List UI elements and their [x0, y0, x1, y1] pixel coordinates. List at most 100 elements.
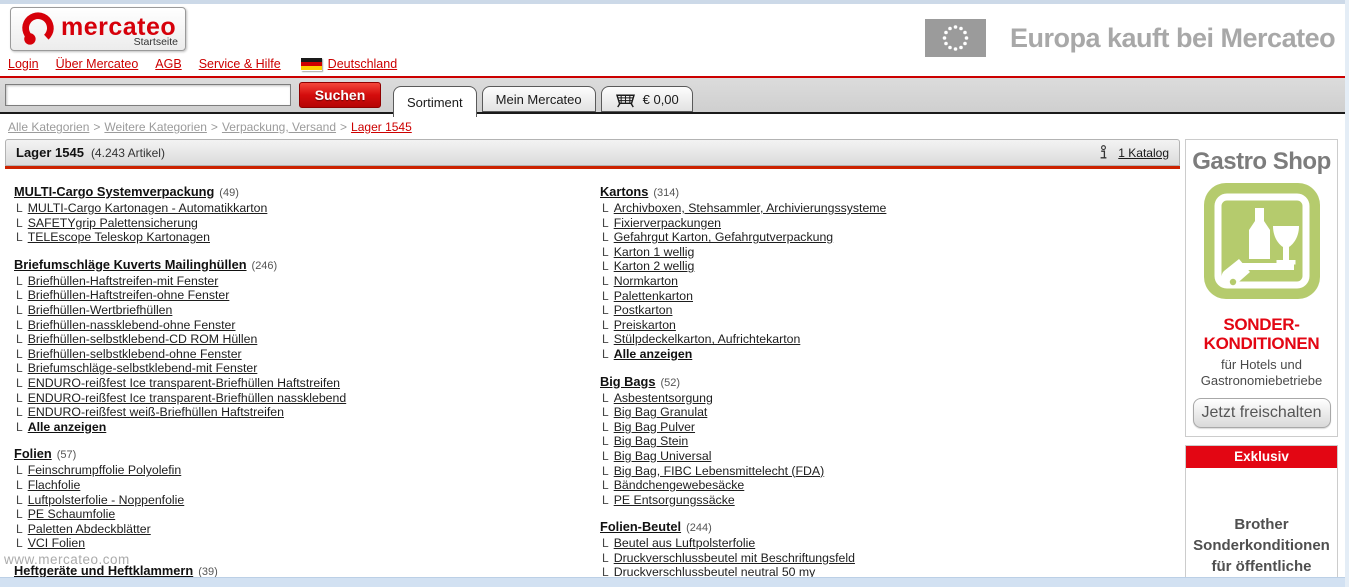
search-bar: Suchen Sortiment Mein Mercateo € 0,00 [0, 78, 1349, 117]
catalog-link[interactable]: 1 Katalog [1118, 146, 1169, 160]
category-link[interactable]: Heftgeräte und Heftklammern [14, 563, 193, 578]
breadcrumb-link[interactable]: Verpackung, Versand [222, 120, 336, 134]
jetzt-freischalten-button[interactable]: Jetzt freischalten [1192, 398, 1331, 428]
search-input[interactable] [5, 84, 291, 106]
subcategory-link[interactable]: Palettenkarton [614, 289, 693, 303]
subcategory-link[interactable]: Briefhüllen-nassklebend-ohne Fenster [28, 318, 236, 332]
nav-link[interactable]: Service & Hilfe [199, 57, 281, 71]
logo-startseite-label: Startseite [133, 36, 178, 48]
article-count: (4.243 Artikel) [90, 145, 165, 160]
search-button[interactable]: Suchen [299, 82, 381, 108]
subcategory-link[interactable]: ENDURO-reißfest Ice transparent-Briefhül… [28, 376, 340, 390]
tree-corner-glyph: L [16, 419, 23, 434]
subcategory-link[interactable]: SAFETYgrip Palettensicherung [28, 216, 198, 230]
subcategory-link[interactable]: Big Bag Granulat [614, 405, 708, 419]
subcategory-link[interactable]: Preiskarton [614, 318, 676, 332]
tree-corner-glyph: L [602, 317, 609, 332]
subcategory-link[interactable]: Postkarton [614, 303, 673, 317]
category-link[interactable]: Big Bags [600, 374, 655, 389]
tab-sortiment[interactable]: Sortiment [393, 86, 477, 117]
tab-label: Mein Mercateo [495, 91, 582, 107]
subcategory-link[interactable]: ENDURO-reißfest Ice transparent-Briefhül… [28, 391, 347, 405]
subcategory-link[interactable]: Fixierverpackungen [614, 216, 721, 230]
tree-corner-glyph: L [16, 215, 23, 230]
tree-corner-glyph: L [16, 346, 23, 361]
tree-corner-glyph: L [16, 302, 23, 317]
subcategory-link[interactable]: Karton 2 wellig [614, 259, 695, 273]
subcategory-link[interactable]: PE Entsorgungssäcke [614, 493, 735, 507]
category-column-right: Kartons (314) L Archivboxen, Stehsammler, A… [600, 184, 886, 587]
tree-corner-glyph: L [602, 448, 609, 463]
subcategory-link[interactable]: Briefhüllen-Wertbriefhüllen [28, 303, 173, 317]
gastro-shop-ad[interactable]: Gastro Shop SONDER- KONDITIONEN für Hote… [1185, 139, 1338, 437]
tab-mein-mercateo[interactable]: Mein Mercateo [481, 86, 596, 112]
category-section: Kartons (314) L Archivboxen, Stehsammler, A… [600, 184, 886, 362]
gastro-bottle-glass-icon[interactable] [1202, 181, 1322, 301]
category-count: (246) [251, 259, 278, 272]
subcategory-link[interactable]: Stülpdeckelkarton, Aufrichtekarton [614, 332, 801, 346]
subcategory-link[interactable]: Bändchengewebesäcke [614, 478, 745, 492]
subcategory-link[interactable]: Karton 1 wellig [614, 245, 695, 259]
category-link[interactable]: Kartons [600, 184, 648, 199]
top-nav: Login Über Mercateo AGB Service & Hilfe Deu… [8, 57, 397, 71]
subcategory-link[interactable]: Alle anzeigen [614, 347, 693, 361]
category-link[interactable]: Briefumschläge Kuverts Mailinghüllen [14, 257, 247, 272]
gastro-subline: für Hotels und Gastronomiebetriebe [1200, 357, 1323, 388]
tree-corner-glyph: L [602, 303, 609, 318]
exklusiv-ad[interactable]: Exklusiv Brother Sonderkonditionen für ö… [1185, 445, 1338, 587]
tree-corner-glyph: L [16, 361, 23, 376]
subcategory-link[interactable]: Alle anzeigen [28, 420, 107, 434]
subcategory-link[interactable]: Archivboxen, Stehsammler, Archivierungss… [614, 201, 887, 215]
nav-link[interactable]: Über Mercateo [56, 57, 139, 71]
subcategory-link[interactable]: Normkarton [614, 274, 678, 288]
subcategory-link[interactable]: Beutel aus Luftpolsterfolie [614, 536, 756, 550]
subcategory-link[interactable]: VCI Folien [28, 536, 85, 550]
breadcrumb-link[interactable]: Alle Kategorien [8, 120, 89, 134]
info-icon [1100, 145, 1107, 159]
subcategory-link[interactable]: Gefahrgut Karton, Gefahrgutverpackung [614, 230, 833, 244]
subcategory-link[interactable]: Asbestentsorgung [614, 391, 713, 405]
category-link[interactable]: Folien [14, 446, 52, 461]
nav-link[interactable]: AGB [155, 57, 181, 71]
subcategory-link[interactable]: Big Bag, FIBC Lebensmittelecht (FDA) [614, 464, 825, 478]
subcategory-link[interactable]: Briefhüllen-Haftstreifen-ohne Fenster [28, 288, 230, 302]
subcategory-link[interactable]: Paletten Abdeckblätter [28, 522, 151, 536]
tree-corner-glyph: L [16, 463, 23, 478]
subcategory-link[interactable]: Druckverschlussbeutel mit Beschriftungsf… [614, 551, 855, 565]
mercateo-logo[interactable]: mercateo Startseite [10, 7, 186, 51]
subcategory-link[interactable]: Luftpolsterfolie - Noppenfolie [28, 493, 185, 507]
nav-link[interactable]: Login [8, 57, 39, 71]
tab--0-00[interactable]: € 0,00 [600, 86, 693, 112]
subcategory-link[interactable]: ENDURO-reißfest weiß-Briefhüllen Haftstr… [28, 405, 284, 419]
subcategory-link[interactable]: PE Schaumfolie [28, 507, 116, 521]
subcategory-link[interactable]: Flachfolie [28, 478, 81, 492]
tree-corner-glyph: L [16, 477, 23, 492]
category-count: (49) [219, 187, 239, 199]
subcategory-link[interactable]: Briefhüllen-selbstklebend-CD ROM Hüllen [28, 332, 258, 346]
top-nav-links: Login Über Mercateo AGB Service & Hilfe [8, 57, 281, 71]
breadcrumb-link[interactable]: Weitere Kategorien [104, 120, 207, 134]
category-section: Folien (57) L Feinschrumpffolie Polyolefin L… [14, 446, 346, 551]
subcategory-link[interactable]: Briefhüllen-selbstklebend-ohne Fenster [28, 347, 242, 361]
category-link[interactable]: Folien-Beutel [600, 519, 681, 534]
subcategory-link[interactable]: Briefumschläge-selbstklebend-mit Fenster [28, 361, 258, 375]
country-link[interactable]: Deutschland [328, 57, 398, 71]
tree-corner-glyph: L [16, 492, 23, 507]
breadcrumb-current[interactable]: Lager 1545 [351, 120, 412, 134]
tree-corner-glyph: L [602, 550, 609, 565]
tree-corner-glyph: L [16, 317, 23, 332]
category-link[interactable]: MULTI-Cargo Systemverpackung [14, 184, 214, 199]
tree-corner-glyph: L [602, 536, 609, 551]
subcategory-link[interactable]: Big Bag Universal [614, 449, 712, 463]
subcategory-link[interactable]: Briefhüllen-Haftstreifen-mit Fenster [28, 274, 219, 288]
subcategory-link[interactable]: TELEscope Teleskop Kartonagen [28, 230, 210, 244]
tree-corner-glyph: L [602, 244, 609, 259]
subcategory-link[interactable]: Big Bag Pulver [614, 420, 695, 434]
browser-bottom-edge [0, 577, 1349, 587]
tree-corner-glyph: L [602, 346, 609, 361]
tree-corner-glyph: L [602, 273, 609, 288]
subcategory-link[interactable]: Big Bag Stein [614, 434, 689, 448]
tree-corner-glyph: L [16, 288, 23, 303]
subcategory-link[interactable]: Feinschrumpffolie Polyolefin [28, 463, 182, 477]
subcategory-link[interactable]: MULTI-Cargo Kartonagen - Automatikkarton [28, 201, 268, 215]
